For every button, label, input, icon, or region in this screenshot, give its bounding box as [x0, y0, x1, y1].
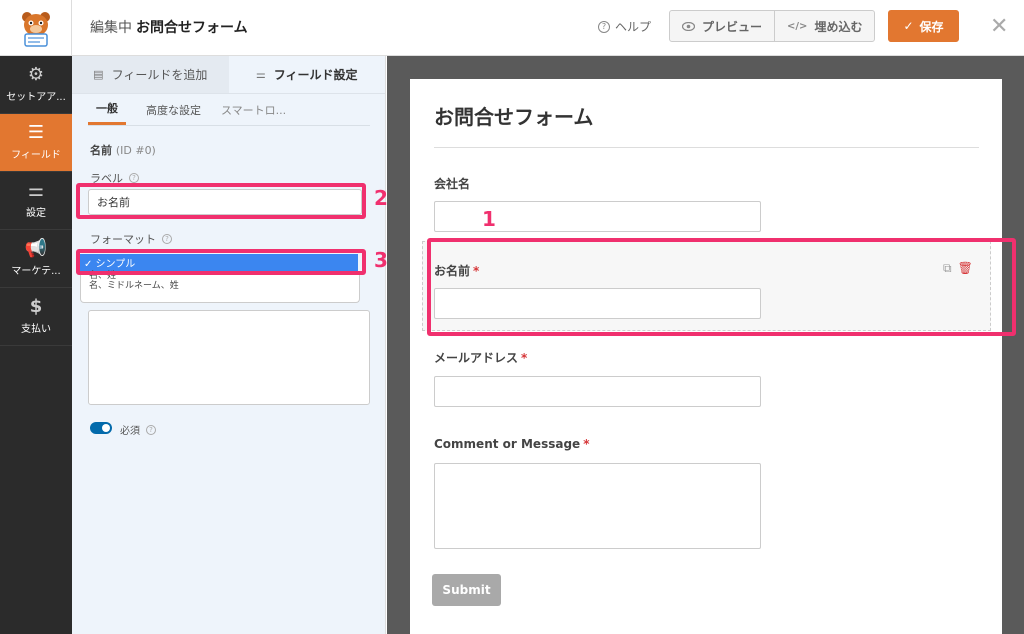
option-subtabs: 一般 高度な設定 スマートロ...	[88, 94, 370, 126]
tab-add-label: フィールドを追加	[111, 68, 208, 82]
rail-item-settings[interactable]: ⚌ 設定	[0, 172, 72, 230]
field-label-comment[interactable]: Comment or Message *	[434, 437, 589, 451]
help-label: ヘルプ	[615, 20, 652, 34]
subtab-advanced[interactable]: 高度な設定	[146, 94, 201, 125]
tab-field-options[interactable]: ⚌ フィールド設定	[228, 56, 385, 93]
required-text: 必須	[120, 426, 140, 437]
field-name: 名前	[90, 144, 112, 157]
email-input[interactable]	[434, 376, 761, 407]
fields-list-icon: ☰	[27, 122, 45, 143]
rail-item-payments[interactable]: $ 支払い	[0, 288, 72, 346]
highlight-box-1	[427, 238, 1016, 336]
question-icon: ?	[598, 20, 610, 33]
embed-button[interactable]: </> 埋め込む	[774, 11, 874, 41]
field-options-panel: ▤ フィールドを追加 ⚌ フィールド設定 一般 高度な設定 スマートロ... 名…	[72, 56, 388, 634]
highlight-box-3	[76, 249, 366, 275]
help-link[interactable]: ? ヘルプ	[598, 18, 651, 35]
required-star: *	[521, 351, 528, 365]
tab-add-fields[interactable]: ▤ フィールドを追加	[72, 56, 229, 93]
description-textarea[interactable]	[88, 310, 370, 405]
preview-button[interactable]: プレビュー	[670, 11, 774, 41]
embed-label: 埋め込む	[814, 19, 863, 34]
title-divider	[434, 147, 979, 148]
editing-prefix: 編集中	[90, 20, 132, 36]
question-icon: ?	[162, 234, 172, 244]
tab-options-label: フィールド設定	[273, 68, 358, 82]
eye-icon	[682, 21, 695, 31]
comment-textarea[interactable]	[434, 463, 761, 549]
rail-label: フィールド	[11, 150, 61, 161]
left-rail: ⚙ セットアア... ☰ フィールド ⚌ 設定 📢 マーケテ... $ 支払い	[0, 56, 72, 634]
field-label-company[interactable]: 会社名	[434, 175, 470, 192]
sliders-icon: ⚌	[255, 68, 266, 81]
format-caption-text: フォーマット	[90, 233, 156, 246]
close-icon[interactable]: ✕	[990, 14, 1008, 39]
bear-mascot-icon	[21, 12, 50, 47]
field-id: (ID #0)	[115, 144, 156, 157]
annotation-number-2: 2	[374, 186, 388, 210]
field-name-heading: 名前 (ID #0)	[90, 142, 156, 158]
top-bar: 編集中 お問合せフォーム ? ヘルプ プレビュー </> 埋め込む ✓ 保存 ✕	[0, 0, 1024, 56]
submit-button[interactable]: Submit	[432, 574, 501, 606]
dollar-icon: $	[29, 296, 43, 317]
sliders-icon: ⚌	[27, 180, 45, 201]
required-label: 必須 ?	[120, 422, 156, 437]
field-label-text: メールアドレス	[434, 351, 519, 365]
panel-tabs: ▤ フィールドを追加 ⚌ フィールド設定	[72, 56, 385, 94]
field-label-text: 会社名	[434, 177, 471, 191]
form-title: お問合せフォーム	[434, 105, 594, 129]
preview-label: プレビュー	[702, 19, 763, 34]
subtab-general[interactable]: 一般	[88, 94, 126, 125]
rail-label: 設定	[26, 208, 46, 219]
question-icon: ?	[146, 424, 156, 435]
annotation-number-3: 3	[374, 248, 388, 272]
question-icon: ?	[129, 173, 139, 183]
form-preview-card: お問合せフォーム 会社名 1 お名前 * ⧉ 🗑 メールアドレス * Comment…	[410, 79, 1016, 634]
wpforms-logo	[0, 0, 72, 56]
save-label: 保存	[919, 19, 944, 34]
save-button[interactable]: ✓ 保存	[888, 10, 959, 42]
megaphone-icon: 📢	[24, 238, 48, 259]
check-icon: ✓	[903, 19, 914, 33]
format-caption: フォーマット ?	[90, 231, 172, 247]
code-icon: </>	[787, 20, 808, 32]
rail-label: セットアア...	[6, 92, 66, 103]
format-option[interactable]: 名、ミドルネーム、姓	[89, 280, 351, 293]
required-star: *	[583, 437, 590, 451]
page-title: 編集中 お問合せフォーム	[90, 17, 248, 37]
rail-item-setup[interactable]: ⚙ セットアア...	[0, 56, 72, 114]
gear-icon: ⚙	[27, 64, 45, 85]
required-toggle[interactable]	[90, 422, 112, 434]
rail-item-marketing[interactable]: 📢 マーケテ...	[0, 230, 72, 288]
rail-label: マーケテ...	[11, 266, 61, 277]
annotation-number-1: 1	[482, 207, 496, 231]
subtab-smart-logic[interactable]: スマートロ...	[221, 94, 286, 125]
rail-item-fields[interactable]: ☰ フィールド	[0, 114, 72, 172]
form-preview-area: お問合せフォーム 会社名 1 お名前 * ⧉ 🗑 メールアドレス * Comment…	[387, 56, 1024, 634]
rail-label: 支払い	[21, 324, 51, 335]
list-icon: ▤	[93, 68, 104, 81]
preview-embed-group: プレビュー </> 埋め込む	[669, 10, 876, 42]
field-label-email[interactable]: メールアドレス *	[434, 349, 527, 366]
field-label-text: Comment or Message	[434, 437, 581, 451]
highlight-box-2	[76, 183, 366, 219]
form-name: お問合せフォーム	[136, 20, 248, 36]
format-dropdown-list: 名、姓 名、ミドルネーム、姓	[80, 271, 360, 303]
